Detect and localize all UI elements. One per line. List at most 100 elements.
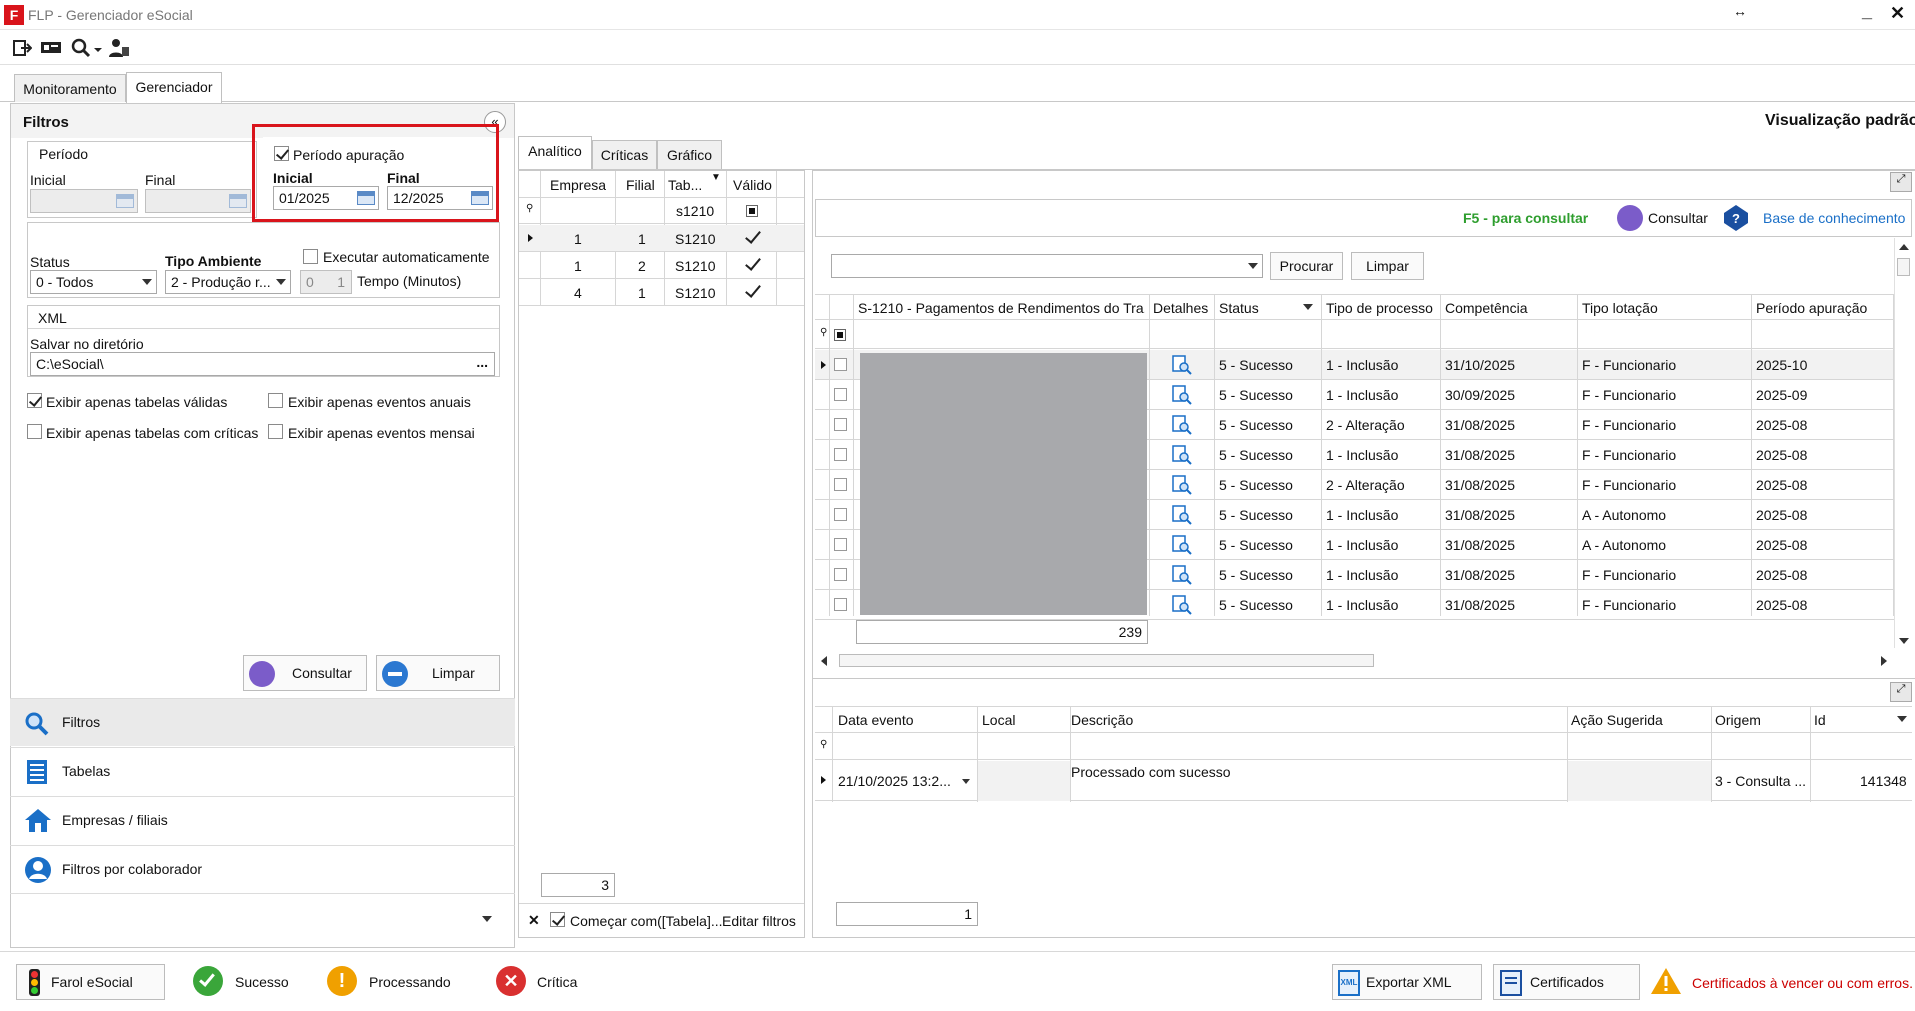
select-all-check[interactable] xyxy=(834,329,846,341)
details-magnifier-icon[interactable] xyxy=(1172,355,1192,375)
opt-tabelas-validas-checkbox[interactable] xyxy=(27,393,42,408)
scroll-left-icon[interactable] xyxy=(821,656,827,666)
expand-icon[interactable]: ⤢ xyxy=(1890,172,1912,192)
log-row[interactable]: 21/10/2025 13:2... Processado com sucess… xyxy=(815,761,1912,801)
search-dropdown-icon[interactable] xyxy=(70,37,104,59)
detail-consultar-button[interactable]: Consultar xyxy=(1648,210,1708,226)
center-table-row[interactable]: 1 2 S1210 xyxy=(519,252,804,279)
procurar-button[interactable]: Procurar xyxy=(1270,252,1343,280)
tipo-ambiente-select[interactable]: 2 - Produção r... xyxy=(165,270,291,294)
details-magnifier-icon[interactable] xyxy=(1172,445,1192,465)
filter-tabela-value[interactable]: s1210 xyxy=(676,203,714,219)
limpar-button[interactable]: Limpar xyxy=(1351,252,1424,280)
col-tabela[interactable]: Tab... xyxy=(668,177,702,193)
row-checkbox[interactable] xyxy=(834,538,847,551)
details-magnifier-icon[interactable] xyxy=(1172,505,1192,525)
executar-auto-checkbox[interactable] xyxy=(303,249,318,264)
col-detalhes[interactable]: Detalhes xyxy=(1153,300,1208,316)
tab-grafico[interactable]: Gráfico xyxy=(657,140,722,169)
row-checkbox[interactable] xyxy=(834,598,847,611)
edit-filters-link[interactable]: Editar filtros xyxy=(722,913,796,929)
periodo-inicial-input[interactable] xyxy=(30,189,138,213)
col-periodo-apuracao[interactable]: Período apuração xyxy=(1756,300,1867,316)
details-magnifier-icon[interactable] xyxy=(1172,475,1192,495)
details-magnifier-icon[interactable] xyxy=(1172,415,1192,435)
directory-input[interactable]: C:\eSocial\... xyxy=(30,352,495,376)
details-magnifier-icon[interactable] xyxy=(1172,385,1192,405)
filter-valido-check[interactable] xyxy=(746,205,758,217)
log-col-menu-icon[interactable] xyxy=(1897,716,1907,722)
exit-icon[interactable] xyxy=(12,38,32,58)
nav-more-icon[interactable] xyxy=(482,916,492,922)
lgrid-v5 xyxy=(1711,706,1712,802)
center-table-row[interactable]: 1 1 S1210 xyxy=(519,225,804,252)
log-col-data[interactable]: Data evento xyxy=(838,712,914,728)
exportar-xml-button[interactable]: XML Exportar XML xyxy=(1332,964,1482,1000)
log-data[interactable]: 21/10/2025 13:2... xyxy=(838,773,951,789)
details-magnifier-icon[interactable] xyxy=(1172,565,1192,585)
col-status[interactable]: Status xyxy=(1219,300,1259,316)
filter-active-checkbox[interactable] xyxy=(550,912,565,927)
row-checkbox[interactable] xyxy=(834,388,847,401)
resize-icon[interactable]: ↔ xyxy=(1733,3,1747,19)
col-tipo-lotacao[interactable]: Tipo lotação xyxy=(1582,300,1658,316)
row-checkbox[interactable] xyxy=(834,478,847,491)
scroll-right-icon[interactable] xyxy=(1881,656,1887,666)
log-col-descricao[interactable]: Descrição xyxy=(1071,712,1133,728)
opt-eventos-anuais-checkbox[interactable] xyxy=(268,393,283,408)
tab-gerenciador[interactable]: Gerenciador xyxy=(126,72,222,103)
scroll-down-icon[interactable] xyxy=(1899,638,1909,644)
h-scroll-thumb[interactable] xyxy=(839,654,1374,667)
col-tipo-processo[interactable]: Tipo de processo xyxy=(1326,300,1433,316)
log-col-local[interactable]: Local xyxy=(982,712,1015,728)
clear-filter-icon[interactable]: ✕ xyxy=(528,912,540,929)
col-valido[interactable]: Válido xyxy=(733,177,772,193)
monitor-icon[interactable] xyxy=(40,38,62,58)
center-table-row[interactable]: 4 1 S1210 xyxy=(519,279,804,306)
log-col-id[interactable]: Id xyxy=(1814,712,1826,728)
vertical-scrollbar[interactable] xyxy=(1894,238,1912,648)
nav-filtros[interactable]: Filtros xyxy=(10,698,515,746)
certificados-button[interactable]: Certificados xyxy=(1493,964,1640,1000)
col-s1210[interactable]: S-1210 - Pagamentos de Rendimentos do Tr… xyxy=(858,300,1145,316)
periodo-final-input[interactable] xyxy=(145,189,251,213)
log-data-dropdown-icon[interactable] xyxy=(962,779,970,784)
scroll-up-icon[interactable] xyxy=(1899,244,1909,250)
filter-funnel-icon[interactable]: ▼ xyxy=(711,172,721,183)
filter-consultar-button[interactable]: Consultar xyxy=(243,655,367,691)
tab-analitico[interactable]: Analítico xyxy=(518,136,592,169)
details-magnifier-icon[interactable] xyxy=(1172,535,1192,555)
col-filial[interactable]: Filial xyxy=(626,177,655,193)
row-checkbox[interactable] xyxy=(834,508,847,521)
opt-eventos-mensais-checkbox[interactable] xyxy=(268,424,283,439)
log-col-origem[interactable]: Origem xyxy=(1715,712,1761,728)
nav-colaborador[interactable]: Filtros por colaborador xyxy=(10,845,515,893)
row-checkbox[interactable] xyxy=(834,448,847,461)
nav-empresas[interactable]: Empresas / filiais xyxy=(10,796,515,844)
col-competencia[interactable]: Competência xyxy=(1445,300,1528,316)
scroll-thumb[interactable] xyxy=(1897,258,1910,276)
col-empresa[interactable]: Empresa xyxy=(550,177,606,193)
row-checkbox[interactable] xyxy=(834,568,847,581)
details-magnifier-icon[interactable] xyxy=(1172,595,1192,615)
tab-monitoramento[interactable]: Monitoramento xyxy=(14,74,126,102)
tab-criticas[interactable]: Críticas xyxy=(592,140,657,169)
status-select[interactable]: 0 - Todos xyxy=(30,270,157,294)
users-icon[interactable] xyxy=(108,37,130,59)
row-checkbox[interactable] xyxy=(834,418,847,431)
filter-limpar-button[interactable]: Limpar xyxy=(376,655,500,691)
horizontal-scrollbar[interactable] xyxy=(815,652,1894,670)
opt-tabelas-criticas-checkbox[interactable] xyxy=(27,424,42,439)
log-col-acao[interactable]: Ação Sugerida xyxy=(1571,712,1663,728)
tempo-input[interactable]: 01 xyxy=(300,270,352,294)
row-checkbox[interactable] xyxy=(834,358,847,371)
base-conhecimento-link[interactable]: Base de conhecimento xyxy=(1763,210,1905,226)
close-button[interactable]: ✕ xyxy=(1890,3,1905,24)
log-expand-icon[interactable]: ⤢ xyxy=(1890,682,1912,702)
nav-tabelas[interactable]: Tabelas xyxy=(10,747,515,795)
search-combo[interactable] xyxy=(831,254,1263,278)
status-sort-icon[interactable] xyxy=(1303,304,1313,310)
farol-esocial-button[interactable]: Farol eSocial xyxy=(16,964,165,1000)
minimize-button[interactable]: _ xyxy=(1862,1,1872,22)
browse-button[interactable]: ... xyxy=(476,354,488,370)
